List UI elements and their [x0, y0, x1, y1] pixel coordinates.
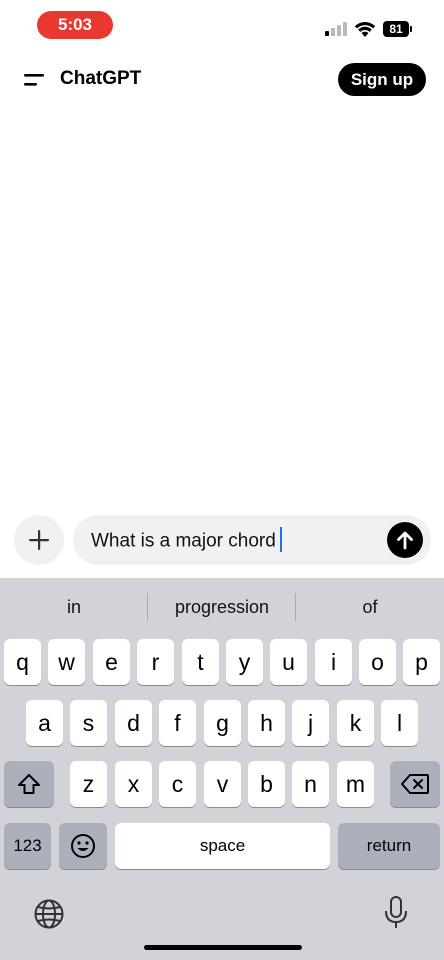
key-letter[interactable]: c	[159, 761, 196, 807]
shift-key[interactable]	[4, 761, 54, 807]
text-caret	[279, 527, 283, 552]
key-letter[interactable]: o	[359, 639, 396, 685]
predictive-suggestions-bar: in progression of	[0, 578, 444, 634]
key-letter[interactable]: r	[137, 639, 174, 685]
menu-icon[interactable]	[22, 70, 46, 90]
key-letter[interactable]: s	[70, 700, 107, 746]
key-letter[interactable]: i	[315, 639, 352, 685]
status-bar: 5:03 81	[0, 0, 444, 54]
key-letter[interactable]: u	[270, 639, 307, 685]
cellular-signal-icon	[325, 22, 347, 36]
key-letter[interactable]: l	[381, 700, 418, 746]
key-letter[interactable]: b	[248, 761, 285, 807]
backspace-key[interactable]	[390, 761, 440, 807]
shift-arrow-icon	[18, 774, 40, 794]
attach-button[interactable]	[14, 515, 64, 565]
message-input-text: What is a major chord	[91, 527, 283, 554]
key-letter[interactable]: g	[204, 700, 241, 746]
suggestion-item[interactable]: in	[0, 578, 148, 634]
status-time: 5:03	[37, 11, 113, 39]
globe-icon[interactable]	[33, 898, 65, 930]
backspace-icon	[401, 774, 429, 794]
key-letter[interactable]: p	[403, 639, 440, 685]
return-key[interactable]: return	[338, 823, 440, 869]
key-letter[interactable]: m	[337, 761, 374, 807]
key-letter[interactable]: a	[26, 700, 63, 746]
key-letter[interactable]: w	[48, 639, 85, 685]
suggestion-item[interactable]: of	[296, 578, 444, 634]
app-header: ChatGPT Sign up	[0, 54, 444, 106]
wifi-icon	[354, 22, 376, 37]
suggestion-item[interactable]: progression	[148, 578, 296, 634]
key-letter[interactable]: y	[226, 639, 263, 685]
microphone-icon[interactable]	[384, 896, 408, 930]
battery-indicator: 81	[383, 21, 409, 37]
numbers-key[interactable]: 123	[4, 823, 51, 869]
battery-cap	[410, 26, 412, 32]
key-letter[interactable]: d	[115, 700, 152, 746]
key-letter[interactable]: e	[93, 639, 130, 685]
key-letter[interactable]: v	[204, 761, 241, 807]
key-letter[interactable]: j	[292, 700, 329, 746]
key-letter[interactable]: q	[4, 639, 41, 685]
sign-up-button[interactable]: Sign up	[338, 63, 426, 96]
key-letter[interactable]: t	[182, 639, 219, 685]
key-letter[interactable]: z	[70, 761, 107, 807]
emoji-key[interactable]	[59, 823, 107, 869]
message-composer: What is a major chord	[0, 506, 444, 578]
app-title: ChatGPT	[60, 68, 142, 89]
key-letter[interactable]: k	[337, 700, 374, 746]
send-button[interactable]	[387, 522, 423, 558]
message-input[interactable]: What is a major chord	[73, 515, 431, 565]
emoji-icon	[71, 834, 95, 858]
key-letter[interactable]: f	[159, 700, 196, 746]
home-indicator	[144, 945, 302, 950]
space-key[interactable]: space	[115, 823, 330, 869]
arrow-up-icon	[397, 531, 413, 550]
plus-icon	[29, 530, 49, 550]
message-input-value: What is a major chord	[91, 530, 276, 552]
key-letter[interactable]: n	[292, 761, 329, 807]
key-letter[interactable]: h	[248, 700, 285, 746]
key-letter[interactable]: x	[115, 761, 152, 807]
on-screen-keyboard: in progression of q w e r t y u i o p a …	[0, 578, 444, 960]
